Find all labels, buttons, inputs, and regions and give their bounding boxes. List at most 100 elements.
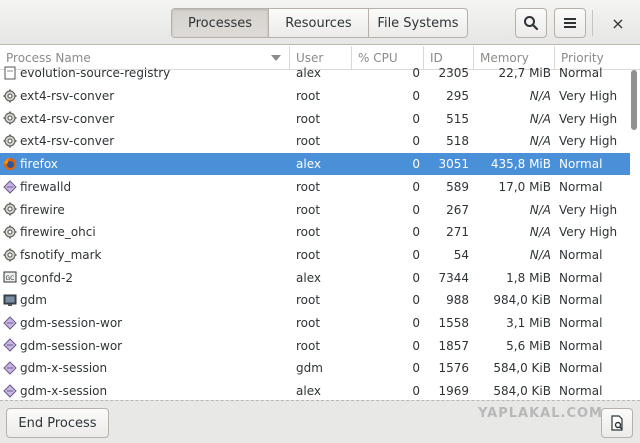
process-priority: Normal [559,316,603,331]
process-user: root [296,247,321,262]
process-id: 988 [446,293,469,308]
search-button[interactable] [515,8,547,38]
diamond-icon [3,179,17,194]
process-row[interactable]: ext4-rsv-conver root 0 518 N/A Very High [0,130,630,153]
process-priority: Very High [559,225,618,240]
process-id: 1857 [438,338,469,353]
process-row[interactable]: firewire_ohci root 0 271 N/A Very High [0,221,630,244]
menu-button[interactable] [554,8,586,38]
process-cpu: 0 [412,247,420,262]
tab-file-systems[interactable]: File Systems [369,9,467,37]
process-memory: 984,0 KiB [493,293,551,308]
process-row[interactable]: gdm-x-session alex 0 1969 584,0 KiB Normal [0,380,630,400]
process-priority: Normal [559,66,603,81]
gear-icon [3,89,17,103]
process-name: ext4-rsv-conver [20,134,115,149]
process-name: ext4-rsv-conver [20,89,115,104]
process-priority: Normal [559,179,603,194]
process-row[interactable]: gdm root 0 988 984,0 KiB Normal [0,289,630,312]
process-cpu: 0 [412,66,420,81]
process-cpu: 0 [412,134,420,149]
process-cpu: 0 [412,316,420,331]
process-properties-button[interactable] [601,408,633,438]
process-name: gdm-session-wor [20,338,123,353]
process-memory: 1,8 MiB [506,270,551,285]
process-row[interactable]: gdm-x-session gdm 0 1576 584,0 KiB Normal [0,357,630,380]
scrollbar[interactable] [631,70,637,130]
process-memory: 435,8 MiB [490,157,551,172]
header-bar: Processes Resources File Systems × [0,0,640,45]
tab-processes[interactable]: Processes [172,9,269,37]
process-row[interactable]: evolution-source-registry alex 0 2305 22,7 M… [0,62,630,85]
process-user: root [296,338,321,353]
diamond-icon [3,384,17,398]
process-id: 515 [446,111,469,126]
monitor-icon [3,293,17,307]
process-name: fsnotify_mark [20,247,102,262]
process-id: 267 [446,202,469,217]
hamburger-menu-icon [564,18,576,28]
process-list: evolution-source-registry alex 0 2305 22,7 M… [0,62,630,400]
gear-icon [3,202,17,216]
diamond-icon [3,338,17,353]
gear-icon [3,225,17,239]
diamond-icon [3,315,17,330]
process-cpu: 0 [412,111,420,126]
process-cpu: 0 [412,361,420,376]
process-name: gdm [20,293,47,308]
process-row[interactable]: GC gconfd-2 alex 0 7344 1,8 MiB Normal [0,266,630,289]
process-priority: Very High [559,89,618,104]
view-switcher: Processes Resources File Systems [171,8,468,38]
process-cpu: 0 [412,384,420,399]
document-icon [3,66,17,80]
process-memory: N/A [529,225,551,240]
process-priority: Normal [559,338,603,353]
process-row[interactable]: firefox alex 0 3051 435,8 MiB Normal [0,152,630,176]
process-name: firewire_ohci [20,225,96,240]
process-priority: Very High [559,111,618,126]
process-id: 1969 [438,384,469,399]
process-id: 271 [446,225,469,240]
close-button[interactable]: × [605,10,631,36]
process-cpu: 0 [412,270,420,285]
firefox-icon [3,157,17,171]
gear-icon [3,111,17,125]
process-priority: Normal [559,361,603,376]
process-user: root [296,179,321,194]
process-user: root [296,316,321,331]
process-row[interactable]: fsnotify_mark root 0 54 N/A Normal [0,244,630,267]
tab-resources[interactable]: Resources [269,9,369,37]
process-row[interactable]: ext4-rsv-conver root 0 515 N/A Very High [0,107,630,130]
process-row[interactable]: gdm-session-wor root 0 1558 3,1 MiB Normal [0,312,630,335]
process-user: alex [296,157,321,172]
process-user: root [296,202,321,217]
process-user: alex [296,384,321,399]
process-name: gdm-x-session [20,384,108,399]
process-priority: Normal [559,247,603,262]
process-row[interactable]: gdm-session-wor root 0 1857 5,6 MiB Normal [0,334,630,357]
process-name: evolution-source-registry [20,66,171,81]
process-row[interactable]: firewire root 0 267 N/A Very High [0,198,630,221]
gear-icon [3,134,17,148]
process-row[interactable]: firewalld root 0 589 17,0 MiB Normal [0,176,630,199]
process-memory: 584,0 KiB [493,384,551,399]
process-user: alex [296,270,321,285]
process-memory: 584,0 KiB [493,361,551,376]
process-name: ext4-rsv-conver [20,111,115,126]
process-priority: Very High [559,134,618,149]
process-memory: N/A [529,134,551,149]
process-cpu: 0 [412,225,420,240]
search-icon [524,16,539,31]
process-id: 1558 [438,316,469,331]
diamond-icon [3,361,17,375]
process-priority: Normal [559,293,603,308]
process-priority: Normal [559,384,603,399]
bottom-bar: End Process YAPLAKAL.COM [0,400,640,443]
process-cpu: 0 [412,338,420,353]
end-process-button[interactable]: End Process [6,408,109,438]
process-cpu: 0 [412,89,420,104]
process-priority: Normal [559,270,603,285]
header-separator [592,10,593,36]
process-id: 295 [446,89,469,104]
process-row[interactable]: ext4-rsv-conver root 0 295 N/A Very High [0,85,630,108]
